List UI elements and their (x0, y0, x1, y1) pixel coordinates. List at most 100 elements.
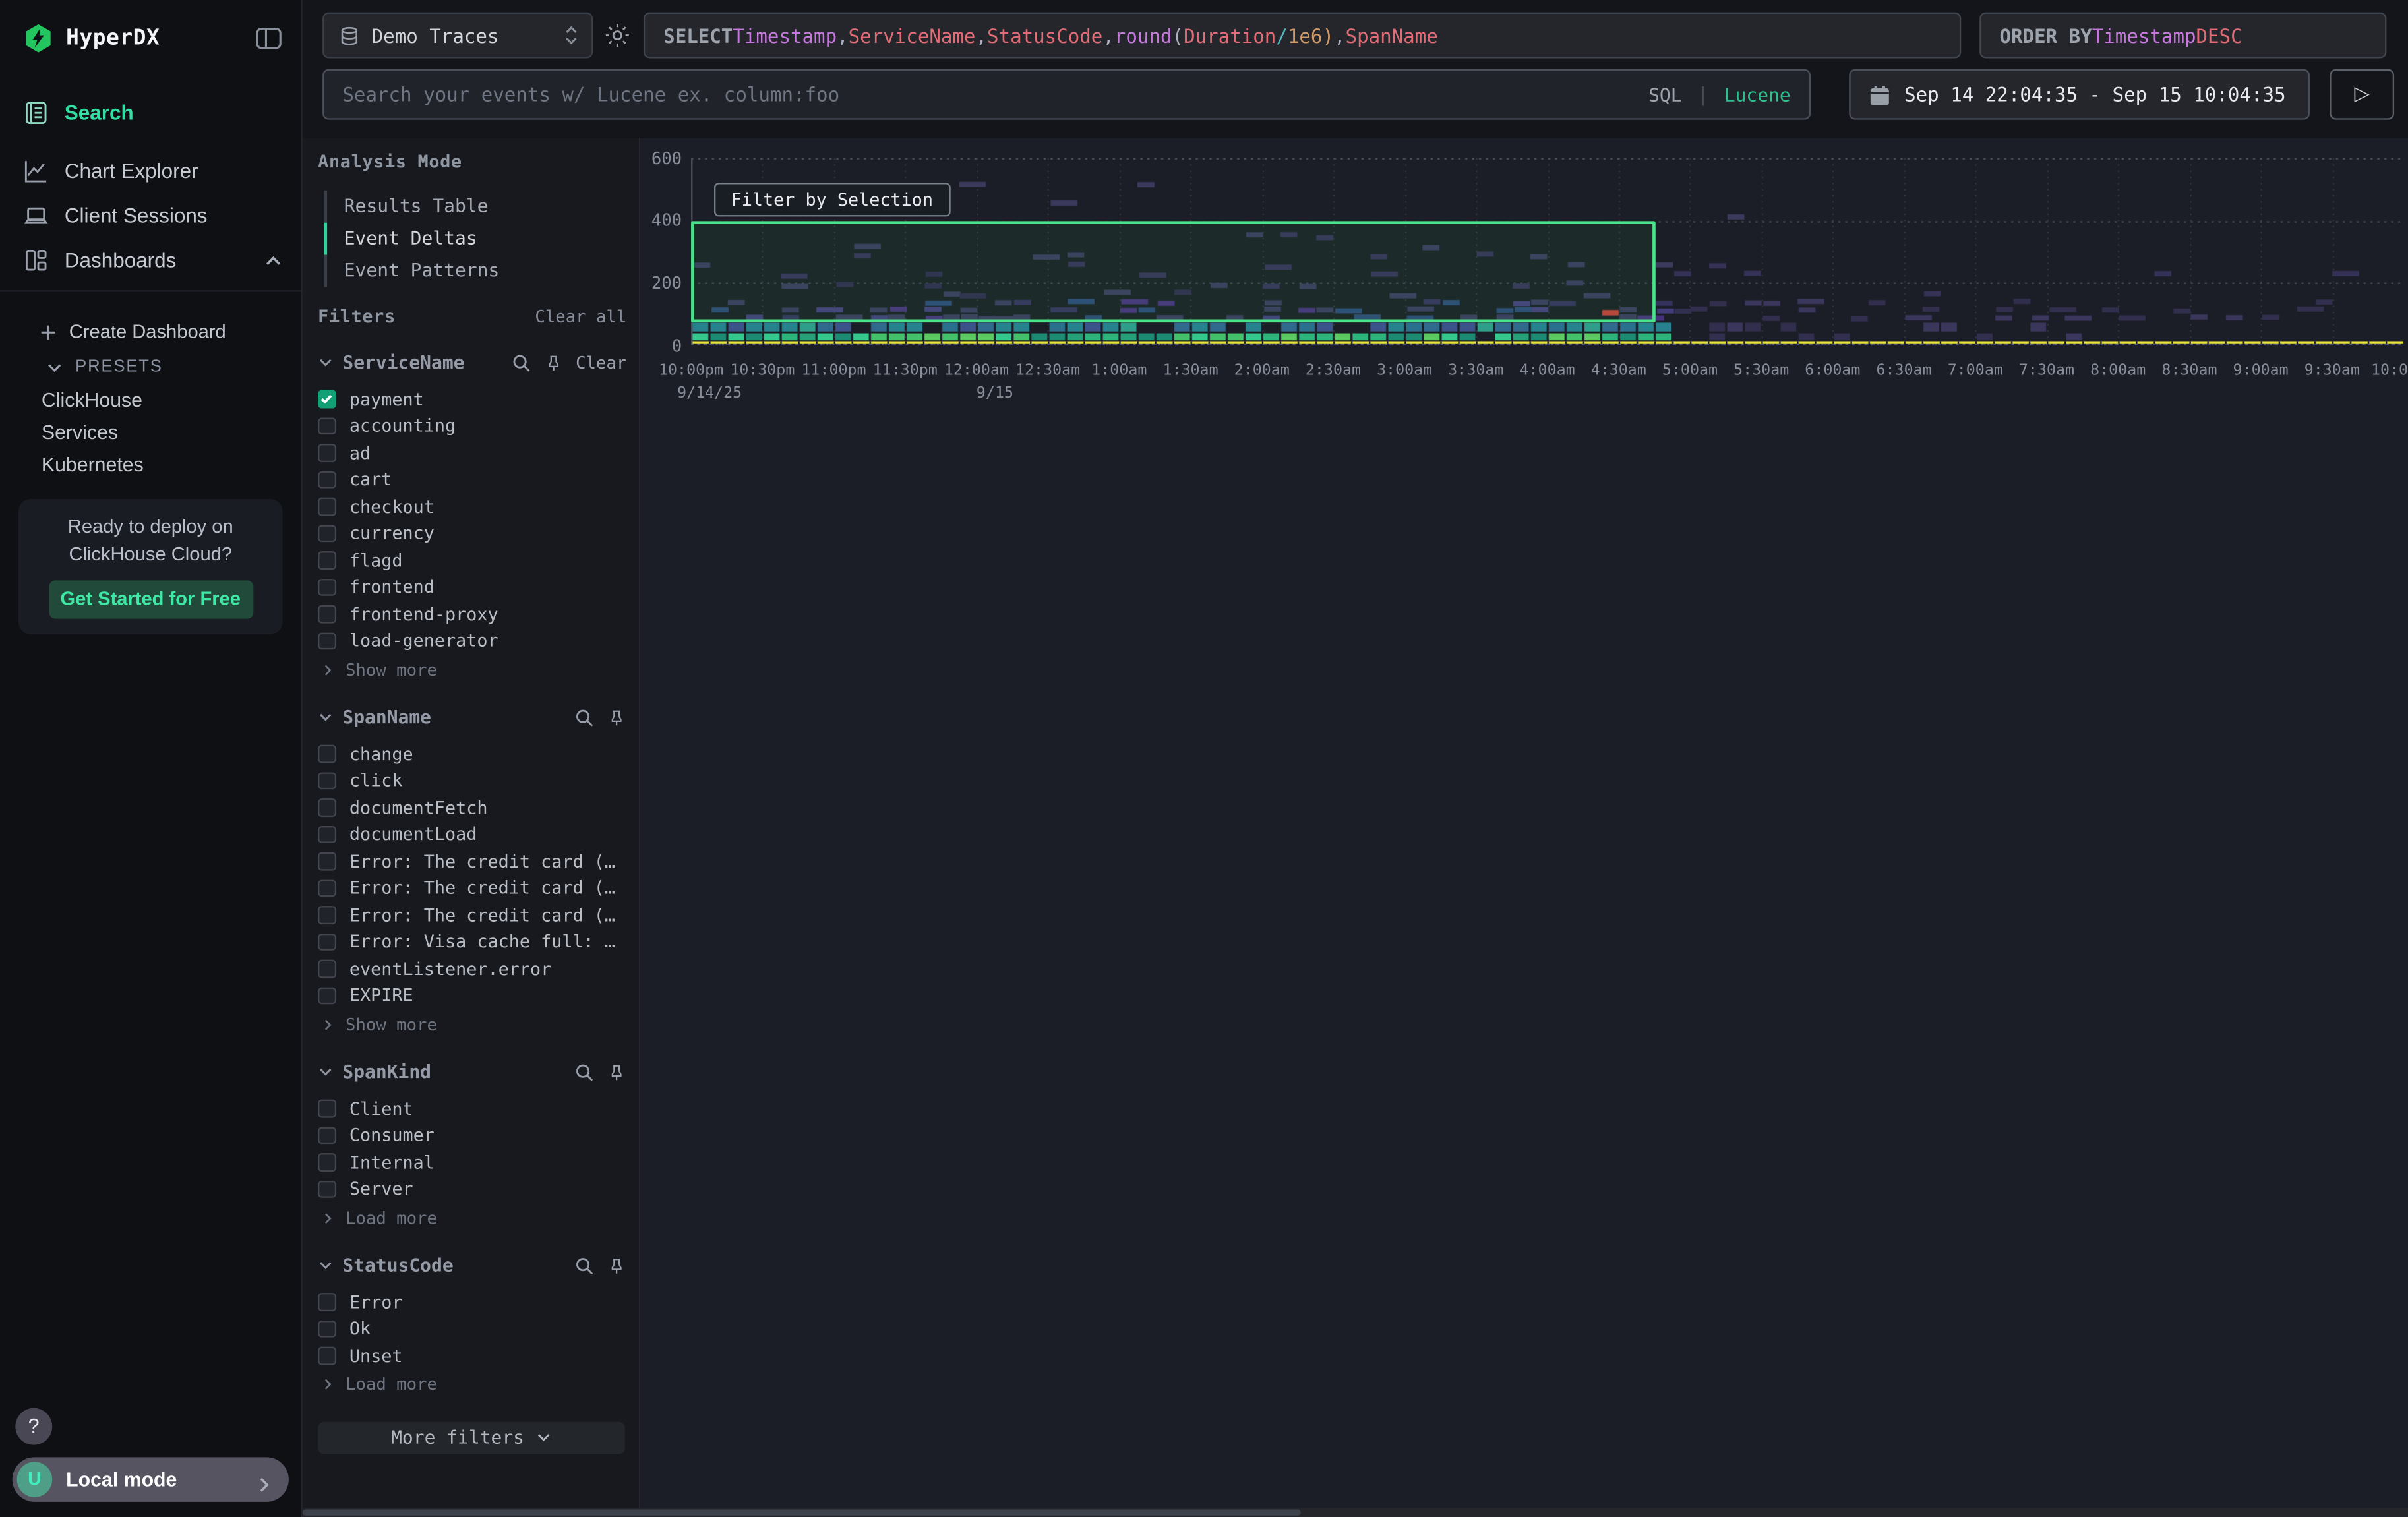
search-icon[interactable] (574, 1062, 594, 1082)
show-more-button[interactable]: Show more (318, 657, 626, 682)
checkbox[interactable] (318, 798, 336, 816)
checkbox[interactable] (318, 471, 336, 489)
checkbox[interactable] (318, 771, 336, 789)
run-query-button[interactable]: ▷ (2330, 69, 2394, 120)
filter-group-header[interactable]: ServiceNameClear (318, 347, 626, 378)
checkbox[interactable] (318, 825, 336, 843)
checkbox[interactable] (318, 1100, 336, 1117)
select-query-input[interactable]: SELECT Timestamp, ServiceName, StatusCod… (644, 13, 1961, 59)
clear-group-button[interactable]: Clear (576, 353, 626, 372)
checkbox[interactable] (318, 1347, 336, 1365)
filter-option-error-visa-cache-full-[interactable]: Error: Visa cache full: … (318, 928, 626, 955)
search-icon[interactable] (511, 353, 531, 372)
filter-option-click[interactable]: click (318, 767, 626, 794)
sidebar-item-search[interactable]: Search (0, 90, 301, 135)
checkbox[interactable] (318, 879, 336, 897)
search-input[interactable] (342, 83, 1636, 106)
analysis-mode-results-table[interactable]: Results Table (324, 191, 626, 223)
filter-option-frontend[interactable]: frontend (318, 574, 626, 601)
filter-option-consumer[interactable]: Consumer (318, 1121, 626, 1148)
create-dashboard-button[interactable]: Create Dashboard (0, 313, 301, 350)
checkbox[interactable] (318, 444, 336, 461)
gear-icon[interactable] (603, 22, 631, 49)
checkbox[interactable] (318, 906, 336, 924)
source-select[interactable]: Demo Traces (322, 13, 593, 59)
presets-toggle[interactable]: PRESETS (0, 350, 301, 384)
filter-option-expire[interactable]: EXPIRE (318, 982, 626, 1009)
analysis-mode-event-patterns[interactable]: Event Patterns (324, 255, 626, 287)
filter-option-server[interactable]: Server (318, 1175, 626, 1203)
sidebar-item-client-sessions[interactable]: Client Sessions (0, 193, 301, 238)
show-more-button[interactable]: Show more (318, 1012, 626, 1036)
checkbox[interactable] (318, 852, 336, 870)
filter-option-error-the-credit-card-[interactable]: Error: The credit card (… (318, 901, 626, 928)
checkbox[interactable] (318, 551, 336, 569)
checkbox[interactable] (318, 933, 336, 951)
pin-icon[interactable] (543, 353, 563, 372)
sidebar-item-dashboards[interactable]: Dashboards (0, 238, 301, 283)
help-button[interactable]: ? (15, 1408, 52, 1445)
filter-option-accounting[interactable]: accounting (318, 412, 626, 439)
filter-group-header[interactable]: SpanKind (318, 1056, 626, 1087)
search-icon[interactable] (574, 1255, 594, 1275)
filter-option-documentload[interactable]: documentLoad (318, 821, 626, 848)
filter-option-frontend-proxy[interactable]: frontend-proxy (318, 601, 626, 628)
filter-option-load-generator[interactable]: load-generator (318, 627, 626, 654)
filter-group-header[interactable]: StatusCode (318, 1250, 626, 1281)
filter-option-client[interactable]: Client (318, 1095, 626, 1122)
checkbox[interactable] (318, 1320, 336, 1338)
filter-option-error[interactable]: Error (318, 1288, 626, 1315)
filter-by-selection-button[interactable]: Filter by Selection (714, 182, 950, 216)
filter-option-flagd[interactable]: flagd (318, 547, 626, 574)
pin-icon[interactable] (607, 1255, 626, 1275)
analysis-mode-event-deltas[interactable]: Event Deltas (324, 223, 626, 255)
preset-item-kubernetes[interactable]: Kubernetes (0, 448, 301, 481)
checkbox[interactable] (318, 986, 336, 1004)
checkbox[interactable] (318, 632, 336, 649)
filter-option-ad[interactable]: ad (318, 439, 626, 466)
user-menu[interactable]: U Local mode (13, 1457, 289, 1502)
checkbox[interactable] (318, 417, 336, 434)
checkbox[interactable] (318, 960, 336, 978)
checkbox[interactable] (318, 390, 336, 408)
filter-option-checkout[interactable]: checkout (318, 493, 626, 520)
sidebar-collapse-icon[interactable] (255, 26, 283, 51)
filter-option-error-the-credit-card-[interactable]: Error: The credit card (… (318, 874, 626, 901)
checkbox[interactable] (318, 1126, 336, 1144)
search-icon[interactable] (574, 707, 594, 727)
load-more-button[interactable]: Load more (318, 1205, 626, 1230)
filter-option-unset[interactable]: Unset (318, 1342, 626, 1369)
horizontal-scrollbar[interactable] (303, 1508, 2408, 1517)
filter-option-internal[interactable]: Internal (318, 1148, 626, 1175)
get-started-button[interactable]: Get Started for Free (48, 580, 253, 618)
checkbox[interactable] (318, 745, 336, 763)
filter-option-eventlistener-error[interactable]: eventListener.error (318, 955, 626, 982)
sidebar-item-chart-explorer[interactable]: Chart Explorer (0, 149, 301, 194)
checkbox[interactable] (318, 524, 336, 542)
load-more-button[interactable]: Load more (318, 1372, 626, 1396)
pin-icon[interactable] (607, 707, 626, 727)
clear-all-button[interactable]: Clear all (535, 307, 626, 326)
filter-option-cart[interactable]: cart (318, 466, 626, 493)
checkbox[interactable] (318, 1180, 336, 1198)
preset-item-services[interactable]: Services (0, 416, 301, 448)
filter-group-header[interactable]: SpanName (318, 701, 626, 732)
order-by-input[interactable]: ORDER BY Timestamp DESC (1979, 13, 2386, 59)
checkbox[interactable] (318, 578, 336, 596)
time-range-picker[interactable]: Sep 14 22:04:35 - Sep 15 10:04:35 (1849, 69, 2310, 120)
scrollbar-thumb[interactable] (303, 1510, 1301, 1516)
chart-selection-region[interactable] (691, 221, 1655, 322)
filter-option-ok[interactable]: Ok (318, 1315, 626, 1342)
filter-option-error-the-credit-card-[interactable]: Error: The credit card (… (318, 848, 626, 875)
lucene-mode-toggle[interactable]: Lucene (1724, 84, 1791, 105)
filter-option-currency[interactable]: currency (318, 520, 626, 547)
checkbox[interactable] (318, 498, 336, 516)
filter-option-change[interactable]: change (318, 740, 626, 767)
more-filters-button[interactable]: More filters (318, 1421, 625, 1454)
pin-icon[interactable] (607, 1062, 626, 1082)
checkbox[interactable] (318, 1293, 336, 1311)
sql-mode-toggle[interactable]: SQL (1648, 84, 1682, 105)
checkbox[interactable] (318, 1153, 336, 1171)
checkbox[interactable] (318, 605, 336, 623)
filter-option-payment[interactable]: payment (318, 386, 626, 413)
